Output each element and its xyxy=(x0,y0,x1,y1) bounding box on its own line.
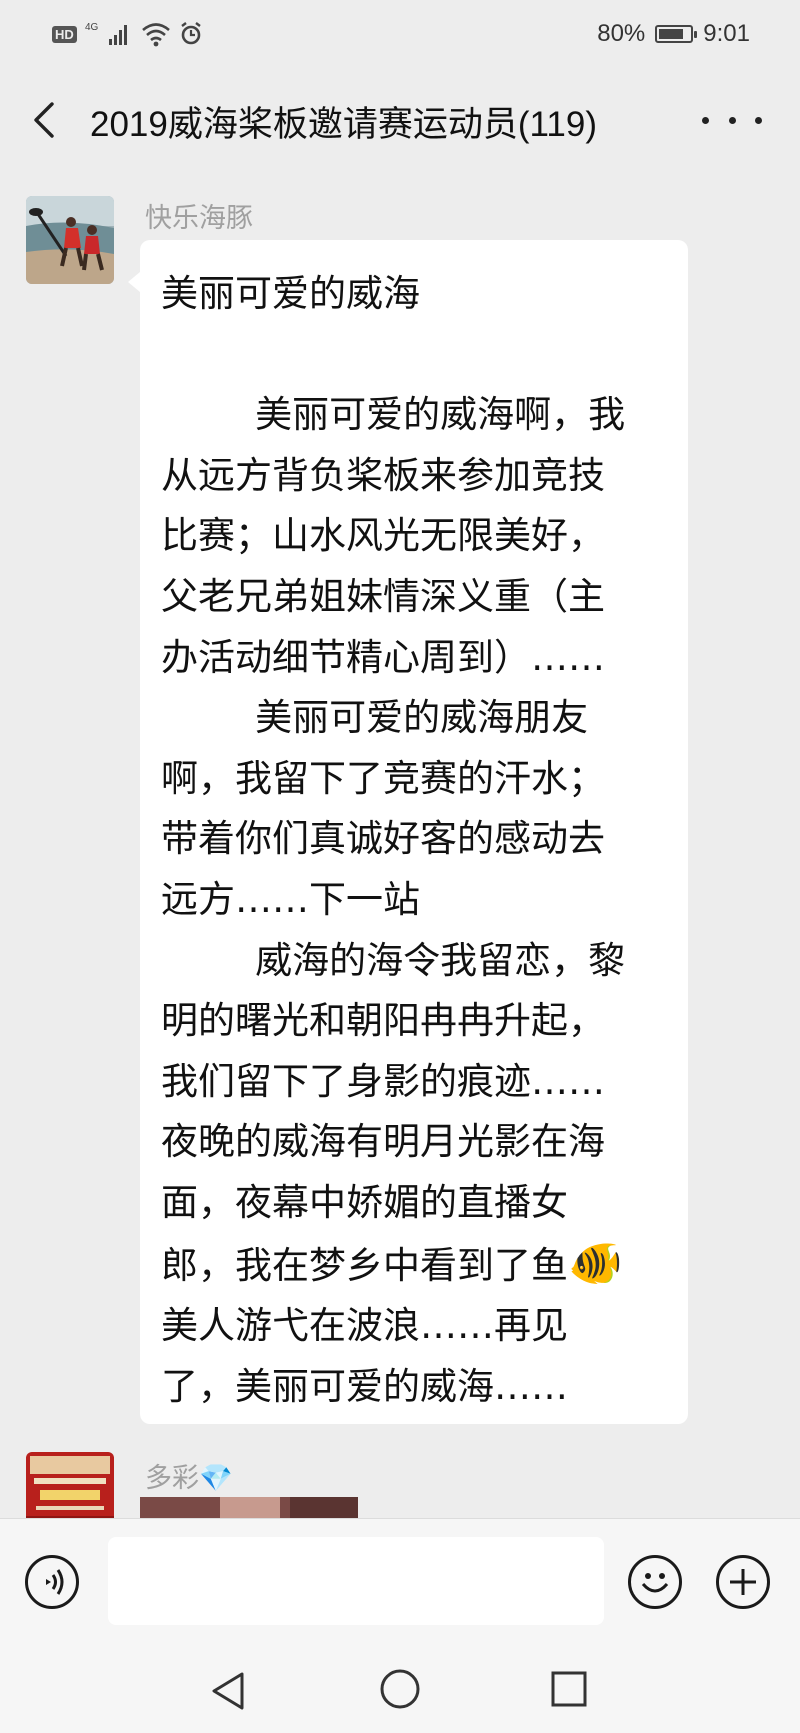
network-label: 4G xyxy=(85,22,99,33)
smiley-icon xyxy=(641,1573,669,1593)
hd-badge: HD xyxy=(52,25,77,43)
more-dot xyxy=(702,116,709,124)
sender-name-text: 多彩 xyxy=(145,1463,199,1494)
system-nav-bar xyxy=(0,1648,800,1733)
message-input[interactable] xyxy=(108,1537,604,1625)
message-text-part: 美人游弋在波浪……再见了，美丽可爱的威海…… xyxy=(161,1304,568,1408)
circle-home-icon[interactable] xyxy=(379,1668,421,1710)
chat-header: 2019威海桨板邀请赛运动员(119) xyxy=(0,68,800,172)
status-bar: HD 4G 80% 9:01 xyxy=(0,0,800,68)
wifi-icon xyxy=(141,23,170,47)
square-recents-icon[interactable] xyxy=(550,1670,588,1708)
more-dot xyxy=(728,116,736,124)
image-message[interactable] xyxy=(140,1497,358,1518)
message-text: 美丽可爱的威海 美丽可爱的威海啊，我从远方背负桨板来参加竞技比赛；山水风光无限美… xyxy=(161,264,631,1417)
plus-icon xyxy=(730,1569,756,1595)
image-thumbnail xyxy=(140,1497,358,1518)
back-button[interactable] xyxy=(24,98,68,142)
chevron-left-icon xyxy=(34,102,54,138)
message-bubble[interactable]: 美丽可爱的威海 美丽可爱的威海啊，我从远方背负桨板来参加竞技比赛；山水风光无限美… xyxy=(128,240,688,1424)
battery-fill xyxy=(659,29,684,39)
add-button[interactable] xyxy=(716,1555,770,1609)
avatar[interactable] xyxy=(26,196,114,284)
triangle-back-icon[interactable] xyxy=(208,1670,248,1712)
emoji-button[interactable] xyxy=(628,1555,682,1609)
message-text-part: 美丽可爱的威海 美丽可爱的威海啊，我从远方背负桨板来参加竞技比赛；山水风光无限美… xyxy=(161,272,626,1287)
sender-name: 快乐海豚 xyxy=(145,203,253,234)
status-left: HD 4G xyxy=(52,20,203,48)
diamond-emoji: 💎 xyxy=(199,1463,233,1494)
voice-button[interactable] xyxy=(25,1555,79,1609)
signal-icon: 4G xyxy=(85,22,127,45)
chat-title: 2019威海桨板邀请赛运动员(119) xyxy=(90,105,597,144)
more-dot xyxy=(755,116,762,124)
fish-emoji: 🐠 xyxy=(568,1237,623,1289)
battery-icon xyxy=(655,25,698,43)
input-bar xyxy=(0,1518,800,1649)
battery-percentage: 80% xyxy=(597,20,646,47)
sender-name: 多彩💎 xyxy=(145,1456,233,1495)
voice-icon xyxy=(46,1569,64,1595)
avatar-image xyxy=(26,196,114,284)
clock: 9:01 xyxy=(703,20,750,47)
more-button[interactable] xyxy=(702,100,762,140)
status-right: 80% 9:01 xyxy=(597,18,750,50)
alarm-icon xyxy=(181,22,201,45)
